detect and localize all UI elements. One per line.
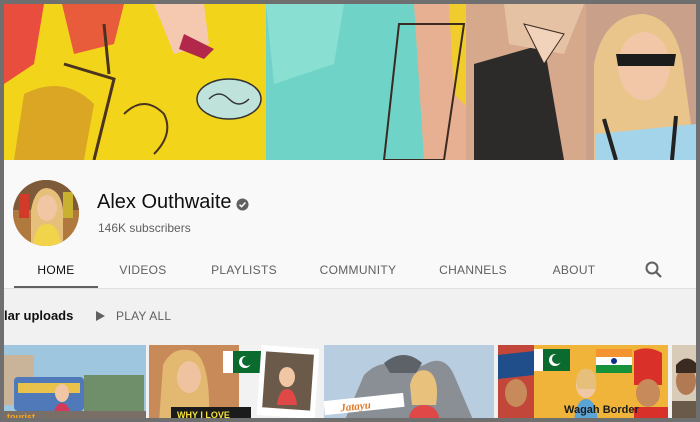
play-all-button[interactable]: PLAY ALL [94, 302, 171, 330]
play-all-label: PLAY ALL [116, 309, 172, 323]
video-thumbnails-row: tourist WHY I LOVE Jatayu Wagah Border [4, 345, 696, 422]
thumbnail-caption: Wagah Border [564, 404, 639, 416]
subscriber-count: 146K subscribers [98, 221, 191, 235]
thumbnail-caption: WHY I LOVE [177, 410, 230, 420]
tab-channels[interactable]: CHANNELS [430, 252, 516, 288]
tab-home[interactable]: HOME [14, 252, 98, 288]
thumbnail-caption: tourist [7, 412, 35, 422]
tab-community[interactable]: COMMUNITY [309, 252, 407, 288]
search-icon[interactable] [644, 260, 664, 280]
channel-name: Alex Outhwaite [97, 191, 232, 213]
youtube-channel-page: Alex Outhwaite 146K subscribers HOME VID… [0, 0, 700, 422]
video-thumbnail[interactable]: WHY I LOVE [149, 345, 319, 420]
verified-check-icon [236, 198, 249, 211]
video-thumbnail[interactable] [672, 345, 696, 418]
video-thumbnail[interactable]: tourist [4, 345, 146, 422]
play-icon [96, 311, 105, 321]
video-thumbnail[interactable]: Wagah Border [498, 345, 668, 418]
tab-videos[interactable]: VIDEOS [102, 252, 184, 288]
channel-header: Alex Outhwaite 146K subscribers HOME VID… [4, 160, 696, 288]
video-thumbnail[interactable]: Jatayu [324, 345, 494, 418]
channel-banner [4, 4, 696, 160]
tab-playlists[interactable]: PLAYLISTS [200, 252, 288, 288]
popular-uploads-section: lar uploads PLAY ALL tourist WHY I LOVE … [4, 289, 696, 422]
channel-tabs: HOME VIDEOS PLAYLISTS COMMUNITY CHANNELS… [4, 252, 696, 288]
section-title: lar uploads [4, 308, 74, 323]
tab-about[interactable]: ABOUT [540, 252, 608, 288]
channel-avatar[interactable] [13, 180, 79, 246]
